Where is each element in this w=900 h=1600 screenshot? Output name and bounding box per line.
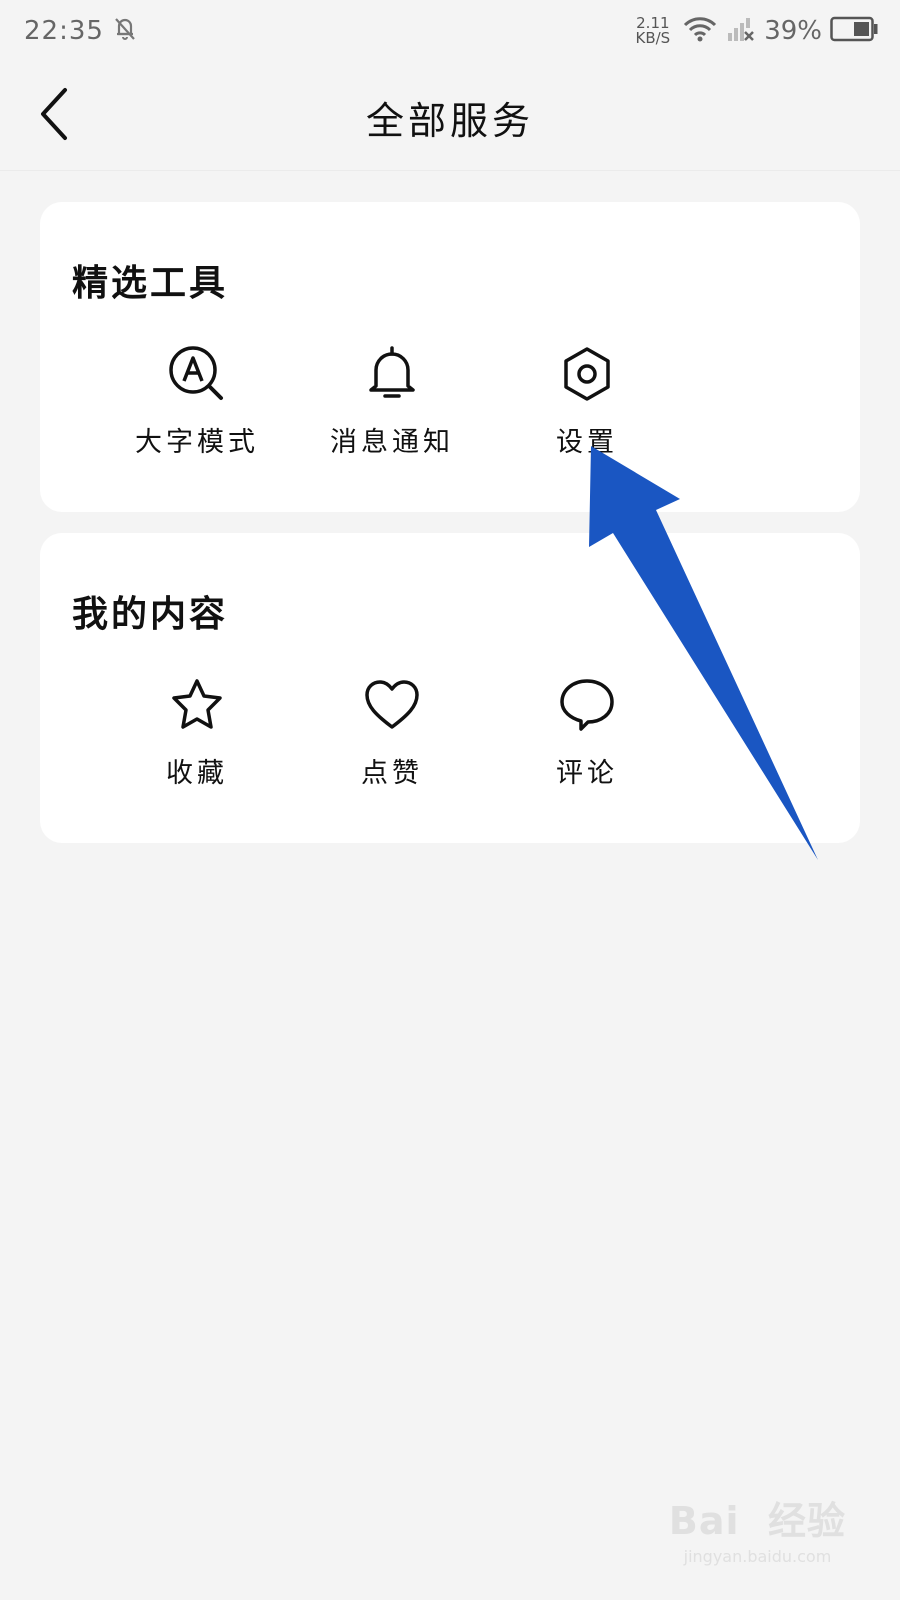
featured-tools-grid: 大字模式 消息通知 设置 <box>40 342 860 492</box>
heart-icon <box>360 673 424 737</box>
section-title: 我的内容 <box>72 593 229 635</box>
item-label: 消息通知 <box>330 427 454 458</box>
large-font-mode-button[interactable]: 大字模式 <box>107 342 287 492</box>
baidu-watermark: Bai 经验 jingyan.baidu.com <box>669 1490 846 1566</box>
item-label: 评论 <box>556 758 618 789</box>
large-font-icon <box>165 342 229 406</box>
page-title: 全部服务 <box>365 99 534 143</box>
silent-bell-icon <box>114 16 136 46</box>
likes-button[interactable]: 点赞 <box>302 673 482 823</box>
bell-icon <box>360 342 424 406</box>
network-speed-unit: KB/S <box>635 29 671 47</box>
status-bar: 22:35 2.11 KB/S 39% <box>0 0 900 62</box>
status-right: 2.11 KB/S 39% <box>636 15 879 47</box>
notifications-button[interactable]: 消息通知 <box>302 342 482 492</box>
watermark-url: jingyan.baidu.com <box>683 1547 832 1566</box>
comments-button[interactable]: 评论 <box>497 673 677 823</box>
item-label: 大字模式 <box>135 427 259 458</box>
nav-bar: 全部服务 <box>0 62 900 171</box>
star-icon <box>165 673 229 737</box>
battery-percent: 39% <box>764 16 822 46</box>
watermark-brand: Bai 经验 <box>668 1499 846 1543</box>
favorites-button[interactable]: 收藏 <box>107 673 287 823</box>
item-label: 设置 <box>556 427 618 458</box>
chat-bubble-icon <box>555 673 619 737</box>
status-left: 22:35 <box>24 16 136 46</box>
network-speed: 2.11 KB/S <box>636 16 671 46</box>
status-time: 22:35 <box>24 16 104 46</box>
battery-icon <box>830 16 878 46</box>
settings-button[interactable]: 设置 <box>497 342 677 492</box>
item-label: 点赞 <box>361 758 423 789</box>
cellular-signal-icon <box>726 15 756 47</box>
section-title: 精选工具 <box>72 262 229 304</box>
my-content-card: 我的内容 收藏 点赞 评论 <box>40 533 860 843</box>
hexagon-gear-icon <box>555 342 619 406</box>
featured-tools-card: 精选工具 大字模式 消息通知 设置 <box>40 202 860 512</box>
item-label: 收藏 <box>166 758 228 789</box>
wifi-icon <box>682 15 718 47</box>
my-content-grid: 收藏 点赞 评论 <box>40 673 860 823</box>
